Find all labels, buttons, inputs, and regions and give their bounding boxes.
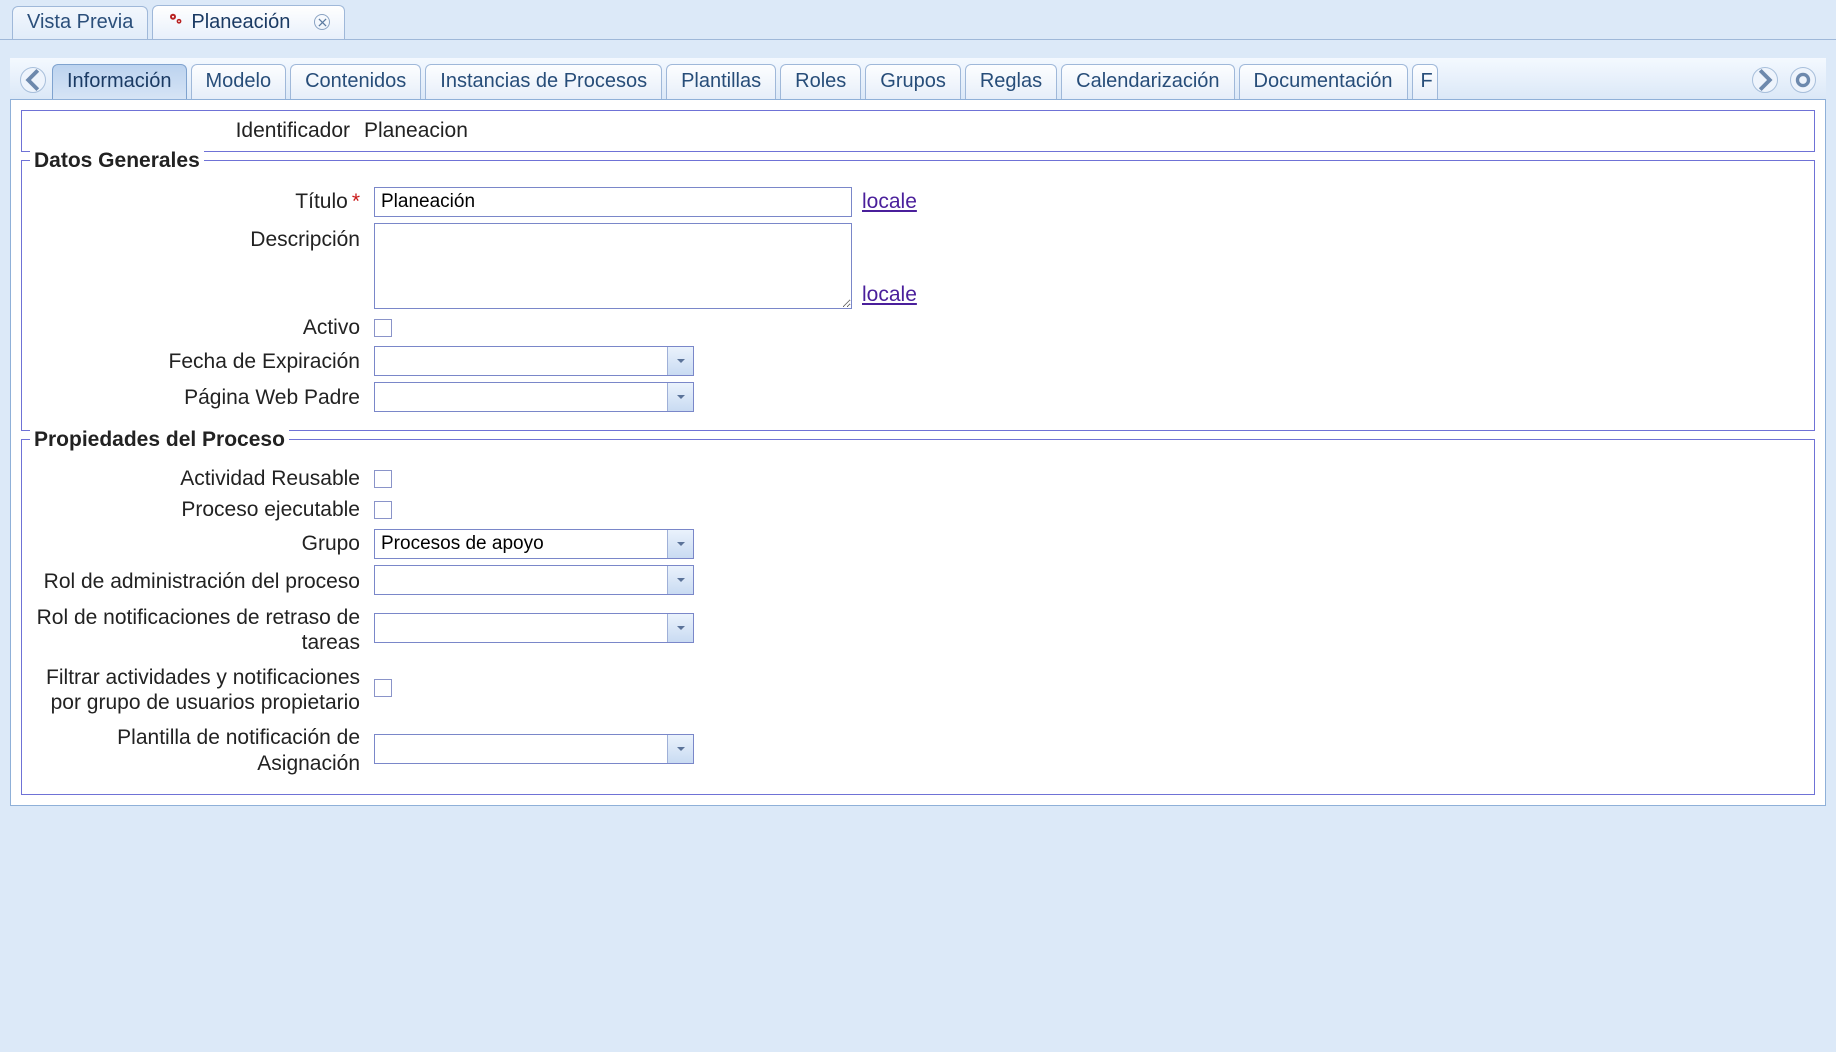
tab-calendarizacion[interactable]: Calendarización [1061, 64, 1234, 99]
tab-list-menu[interactable] [1790, 67, 1816, 93]
chevron-down-icon[interactable] [667, 614, 693, 642]
tab-modelo[interactable]: Modelo [191, 64, 287, 99]
close-icon[interactable] [314, 14, 330, 30]
tab-scroll-left[interactable] [20, 67, 46, 93]
tab-label: Modelo [206, 70, 272, 92]
gears-icon [167, 10, 185, 34]
legend-datos-generales: Datos Generales [30, 149, 204, 173]
tab-label: Reglas [980, 70, 1042, 92]
tab-label: Contenidos [305, 70, 406, 92]
filtrar-checkbox[interactable] [374, 679, 392, 697]
activo-checkbox[interactable] [374, 319, 392, 337]
descripcion-label: Descripción [34, 223, 374, 252]
chevron-down-icon[interactable] [667, 383, 693, 411]
tab-label: F [1421, 70, 1433, 92]
tab-planeacion[interactable]: Planeación [152, 5, 345, 39]
tab-label: Roles [795, 70, 846, 92]
tab-label: Información [67, 70, 172, 92]
chevron-down-icon[interactable] [667, 735, 693, 763]
tab-label: Planeación [191, 11, 290, 34]
inner-tabs: Información Modelo Contenidos Instancias… [52, 64, 1746, 99]
tab-label: Grupos [880, 70, 946, 92]
actividad-reusable-label: Actividad Reusable [34, 466, 374, 491]
rol-admin-label: Rol de administración del proceso [34, 565, 374, 594]
identificador-label: Identificador [34, 119, 364, 143]
chevron-down-icon[interactable] [667, 347, 693, 375]
fecha-expiracion-label: Fecha de Expiración [34, 349, 374, 374]
tab-vista-previa[interactable]: Vista Previa [12, 6, 148, 39]
plantilla-notif-label: Plantilla de notificación de Asignación [34, 721, 374, 775]
pagina-padre-label: Página Web Padre [34, 385, 374, 410]
tab-grupos[interactable]: Grupos [865, 64, 961, 99]
rol-notif-label: Rol de notificaciones de retraso de tare… [34, 601, 374, 655]
identificador-row: Identificador Planeacion [21, 110, 1815, 152]
required-indicator: * [352, 190, 360, 213]
content-panel: Identificador Planeacion Datos Generales… [10, 100, 1826, 806]
descripcion-textarea[interactable] [374, 223, 852, 309]
identificador-value: Planeacion [364, 119, 468, 143]
fecha-expiracion-combo[interactable] [374, 346, 694, 376]
tab-informacion[interactable]: Información [52, 64, 187, 99]
proceso-ejecutable-label: Proceso ejecutable [34, 497, 374, 522]
titulo-label: Título* [34, 189, 374, 214]
filtrar-label: Filtrar actividades y notificaciones por… [34, 661, 374, 715]
tab-label: Vista Previa [27, 11, 133, 34]
titulo-locale-link[interactable]: locale [862, 190, 917, 214]
fecha-expiracion-input[interactable] [375, 347, 667, 375]
fieldset-propiedades-proceso: Propiedades del Proceso Actividad Reusab… [21, 439, 1815, 795]
tab-instancias-procesos[interactable]: Instancias de Procesos [425, 64, 662, 99]
tab-scroll-right[interactable] [1752, 67, 1778, 93]
tab-reglas[interactable]: Reglas [965, 64, 1057, 99]
tab-plantillas[interactable]: Plantillas [666, 64, 776, 99]
workspace-tabs: Vista Previa Planeación [0, 0, 1836, 40]
tab-label: Documentación [1254, 70, 1393, 92]
tab-label: Instancias de Procesos [440, 70, 647, 92]
plantilla-notif-input[interactable] [375, 735, 667, 763]
rol-notif-input[interactable] [375, 614, 667, 642]
tab-label: Plantillas [681, 70, 761, 92]
titulo-input[interactable] [374, 187, 852, 217]
tab-overflow-partial[interactable]: F [1412, 64, 1438, 99]
descripcion-locale-link[interactable]: locale [862, 283, 917, 307]
legend-propiedades-proceso: Propiedades del Proceso [30, 428, 289, 452]
tab-documentacion[interactable]: Documentación [1239, 64, 1408, 99]
tab-roles[interactable]: Roles [780, 64, 861, 99]
tab-label: Calendarización [1076, 70, 1219, 92]
tab-contenidos[interactable]: Contenidos [290, 64, 421, 99]
pagina-padre-combo[interactable] [374, 382, 694, 412]
rol-admin-combo[interactable] [374, 565, 694, 595]
inner-tabbar: Información Modelo Contenidos Instancias… [10, 58, 1826, 100]
rol-admin-input[interactable] [375, 566, 667, 594]
activo-label: Activo [34, 315, 374, 340]
rol-notif-combo[interactable] [374, 613, 694, 643]
plantilla-notif-combo[interactable] [374, 734, 694, 764]
pagina-padre-input[interactable] [375, 383, 667, 411]
fieldset-datos-generales: Datos Generales Título* locale Descripci… [21, 160, 1815, 431]
proceso-ejecutable-checkbox[interactable] [374, 501, 392, 519]
grupo-combo[interactable] [374, 529, 694, 559]
grupo-label: Grupo [34, 531, 374, 556]
chevron-down-icon[interactable] [667, 530, 693, 558]
chevron-down-icon[interactable] [667, 566, 693, 594]
grupo-input[interactable] [375, 530, 667, 558]
actividad-reusable-checkbox[interactable] [374, 470, 392, 488]
